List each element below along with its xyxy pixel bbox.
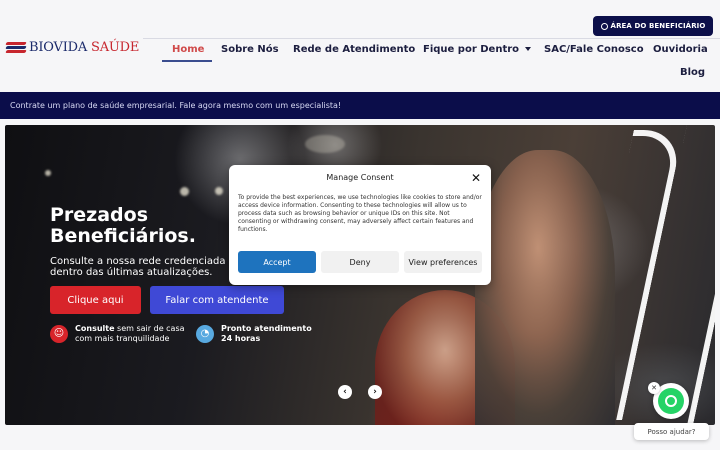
logo[interactable]: BIOVIDA SAÚDE xyxy=(5,40,140,55)
consent-title: Manage Consent xyxy=(326,173,394,182)
nav-home[interactable]: Home xyxy=(172,44,204,55)
smile-icon: ☺ xyxy=(50,325,68,343)
logo-mark-icon xyxy=(5,41,27,55)
consent-body: To provide the best experiences, we use … xyxy=(238,194,482,233)
close-chat-icon[interactable]: ✕ xyxy=(648,382,660,394)
feature-pronto-atendimento: ◔ Pronto atendimento 24 horas xyxy=(196,324,312,344)
bokeh-light xyxy=(180,187,189,196)
close-icon[interactable]: ✕ xyxy=(471,171,481,185)
slider-next-arrow-icon[interactable]: › xyxy=(368,385,382,399)
hero-subtitle: Consulte a nossa rede credenciada dentro… xyxy=(50,256,240,278)
nav-active-indicator xyxy=(162,60,212,62)
area-beneficiario-label: ÁREA DO BENEFICIÁRIO xyxy=(610,22,706,30)
nav-rede-atendimento[interactable]: Rede de Atendimento xyxy=(293,44,415,55)
deny-button[interactable]: Deny xyxy=(321,251,399,273)
promo-banner[interactable]: Contrate um plano de saúde empresarial. … xyxy=(0,92,720,119)
whatsapp-icon xyxy=(658,388,684,414)
slider-prev-arrow-icon[interactable]: ‹ xyxy=(338,385,352,399)
nav-ouvidoria[interactable]: Ouvidoria xyxy=(653,44,708,55)
nav-fique-por-dentro[interactable]: Fique por Dentro xyxy=(423,44,532,55)
help-bubble[interactable]: Posso ajudar? xyxy=(634,423,709,440)
logo-text: BIOVIDA SAÚDE xyxy=(29,40,140,55)
clique-aqui-button[interactable]: Clique aqui xyxy=(50,286,141,314)
view-preferences-button[interactable]: View preferences xyxy=(404,251,482,273)
accept-button[interactable]: Accept xyxy=(238,251,316,273)
bokeh-light xyxy=(215,187,223,195)
falar-atendente-button[interactable]: Falar com atendente xyxy=(150,286,284,314)
user-circle-icon xyxy=(600,22,608,30)
hero-title-line2: Beneficiários. xyxy=(50,225,196,247)
bokeh-light xyxy=(305,135,345,153)
hero-title-line1: Prezados xyxy=(50,204,149,226)
nav-sac[interactable]: SAC/Fale Conosco xyxy=(544,44,644,55)
nav-divider xyxy=(143,38,720,39)
consent-dialog: Manage Consent ✕ To provide the best exp… xyxy=(229,165,491,285)
nav-blog[interactable]: Blog xyxy=(680,67,705,78)
hero-subtitle-line2: dentro das últimas atualizações. xyxy=(50,267,213,278)
clock-icon: ◔ xyxy=(196,325,214,343)
feature-consulte: ☺ Consulte sem sair de casa com mais tra… xyxy=(50,324,185,344)
nav-sobre-nos[interactable]: Sobre Nós xyxy=(221,44,279,55)
nav-fique-label: Fique por Dentro xyxy=(423,44,520,55)
area-beneficiario-button[interactable]: ÁREA DO BENEFICIÁRIO xyxy=(593,16,713,36)
hero-subtitle-line1: Consulte a nossa rede credenciada xyxy=(50,256,226,267)
main-nav: Home Sobre Nós Rede de Atendimento Fique… xyxy=(160,42,720,88)
feature-pronto-text: Pronto atendimento 24 horas xyxy=(221,324,312,343)
hero-title: Prezados Beneficiários. xyxy=(50,205,196,247)
bokeh-light xyxy=(45,170,51,176)
chevron-down-icon xyxy=(525,47,532,51)
feature-consulte-text: Consulte sem sair de casa com mais tranq… xyxy=(75,324,185,343)
